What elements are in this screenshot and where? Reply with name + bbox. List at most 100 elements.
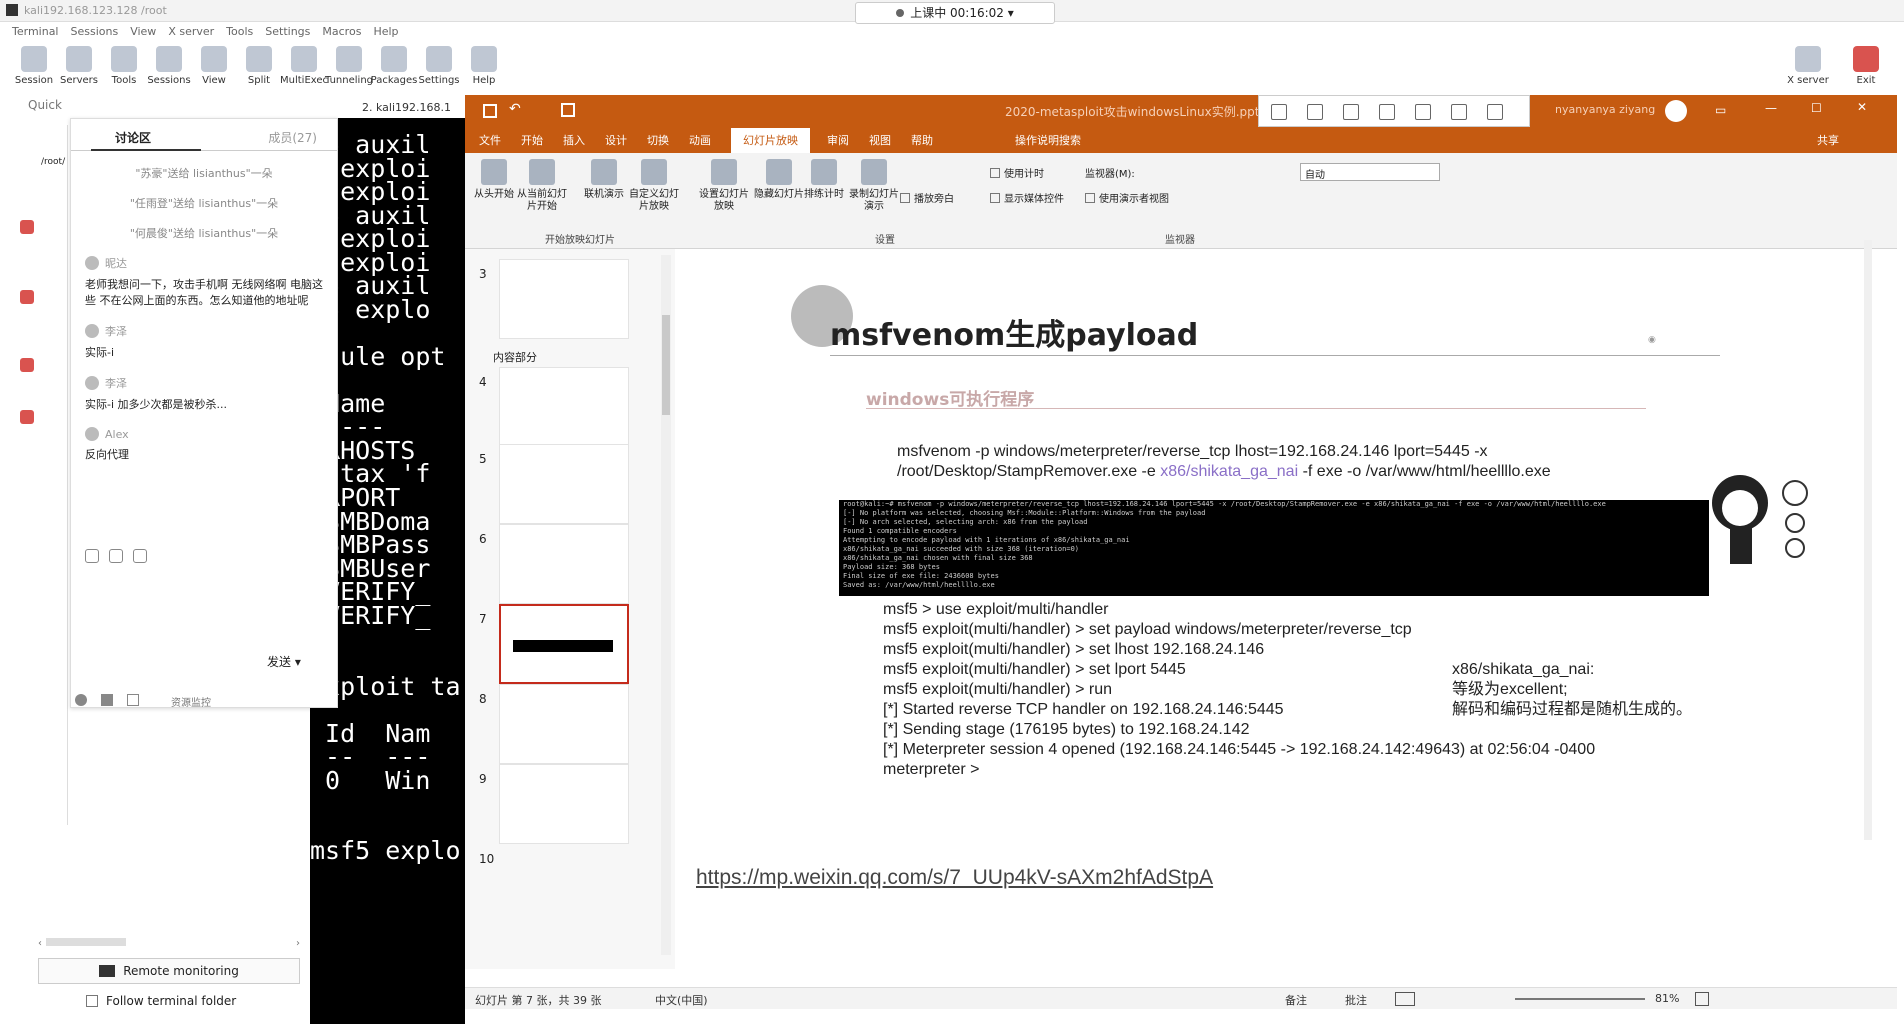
right-toolbar-button-1[interactable]: Exit [1838, 42, 1894, 86]
minimize-icon[interactable]: — [1765, 101, 1777, 115]
ribbon-display-icon[interactable]: ▭ [1715, 103, 1726, 117]
pen-icon[interactable] [1307, 104, 1323, 120]
slide-thumbnail[interactable] [499, 524, 629, 604]
text-icon[interactable] [1379, 104, 1395, 120]
menu-item-2[interactable]: View [130, 22, 156, 42]
slide-scroll-track[interactable] [1864, 240, 1872, 840]
trash-icon[interactable] [1487, 104, 1503, 120]
ppt-tab-2[interactable]: 插入 [563, 132, 585, 148]
toolbar-button-0[interactable]: Session [10, 42, 58, 86]
thumbnail-pane[interactable]: 内容部分 3 4 5 6 7 8 9 10 [465, 249, 675, 969]
chat-tab-members[interactable]: 成员(27) [268, 129, 317, 146]
zoom-level[interactable]: 81% [1655, 992, 1679, 1005]
eraser-icon[interactable] [1415, 104, 1431, 120]
ribbon-checkbox-1[interactable]: 显示媒体控件 [990, 190, 1064, 205]
terminal-tab[interactable]: 2. kali192.168.1 [362, 98, 470, 118]
thumbnail-scrollbar[interactable] [661, 255, 671, 955]
toolbar-label-5: Split [247, 75, 271, 86]
send-button[interactable]: 发送 ▾ [267, 653, 301, 670]
zoom-slider[interactable] [1515, 998, 1645, 1000]
slide-thumbnail[interactable] [499, 259, 629, 339]
chat-tab-discussion[interactable]: 讨论区 [115, 129, 151, 146]
ppt-tab-4[interactable]: 切换 [647, 132, 669, 148]
macros-icon[interactable] [20, 358, 34, 372]
ppt-tab-9[interactable]: 帮助 [911, 132, 933, 148]
menu-item-1[interactable]: Sessions [71, 22, 119, 42]
ppt-user[interactable]: nyanyanya ziyang [1555, 103, 1655, 116]
slide-scrollbar[interactable] [1862, 240, 1874, 840]
brush-icon[interactable] [127, 694, 139, 706]
toolbar-button-10[interactable]: Help [460, 42, 508, 86]
slide-thumbnail[interactable] [499, 684, 629, 764]
start-show-icon[interactable] [561, 103, 575, 117]
image-icon[interactable] [133, 549, 147, 563]
sessions-icon[interactable] [20, 220, 34, 234]
ppt-tab-1[interactable]: 开始 [521, 132, 543, 148]
tools-icon[interactable] [20, 290, 34, 304]
avatar[interactable] [1665, 100, 1687, 122]
ppt-tab-5[interactable]: 动画 [689, 132, 711, 148]
thumbnail-scroll-thumb[interactable] [662, 315, 670, 415]
ppt-tab-6[interactable]: 幻灯片放映 [731, 128, 810, 153]
ribbon-checkbox-3[interactable]: 使用演示者视图 [1085, 190, 1169, 205]
undo-icon[interactable]: ↶ [509, 101, 521, 117]
scissors-icon[interactable] [109, 549, 123, 563]
notes-button[interactable]: 备注 [1285, 992, 1307, 1008]
fit-to-window-icon[interactable] [1695, 992, 1709, 1006]
share-button[interactable]: 共享 [1817, 132, 1839, 148]
slide-thumbnail[interactable] [499, 604, 629, 684]
maximize-icon[interactable]: ☐ [1811, 101, 1822, 115]
emoji-icon[interactable] [85, 549, 99, 563]
ppt-tab-8[interactable]: 视图 [869, 132, 891, 148]
language-status[interactable]: 中文(中国) [655, 992, 708, 1008]
ppt-tab-0[interactable]: 文件 [479, 132, 501, 148]
toolbar-button-7[interactable]: Tunneling [325, 42, 373, 86]
toolbar-button-2[interactable]: Tools [100, 42, 148, 86]
shape-icon[interactable] [1343, 104, 1359, 120]
comments-button[interactable]: 批注 [1345, 992, 1367, 1008]
undo-annotation-icon[interactable] [1451, 104, 1467, 120]
right-toolbar-button-0[interactable]: X server [1780, 42, 1836, 86]
reference-link[interactable]: https://mp.weixin.qq.com/s/7_UUp4kV-sAXm… [696, 866, 1213, 890]
save-icon[interactable] [483, 104, 497, 118]
path-field[interactable]: /root/ [41, 157, 65, 167]
ribbon-button-4[interactable]: 设置幻灯片放映 [695, 159, 753, 213]
mic-icon[interactable] [75, 694, 87, 706]
ppt-tab-3[interactable]: 设计 [605, 132, 627, 148]
toolbar-button-4[interactable]: View [190, 42, 238, 86]
ribbon-button-1[interactable]: 从当前幻灯片开始 [513, 159, 571, 213]
pointer-icon[interactable] [1271, 104, 1287, 120]
sftp-icon[interactable] [20, 410, 34, 424]
slide-thumbnail[interactable] [499, 764, 629, 844]
toolbar-button-8[interactable]: Packages [370, 42, 418, 86]
menu-item-0[interactable]: Terminal [12, 22, 59, 42]
ppt-tab-7[interactable]: 审阅 [827, 132, 849, 148]
ribbon-button-7[interactable]: 录制幻灯片演示 [845, 159, 903, 213]
horizontal-scrollbar[interactable]: ‹ › [38, 938, 300, 952]
slide-thumbnail[interactable] [499, 367, 629, 447]
menu-item-3[interactable]: X server [168, 22, 214, 42]
toolbar-button-3[interactable]: Sessions [145, 42, 193, 86]
toolbar-button-9[interactable]: Settings [415, 42, 463, 86]
live-status-button[interactable]: 上课中 00:16:02 ▾ [855, 2, 1055, 24]
menu-item-4[interactable]: Tools [226, 22, 253, 42]
remote-monitoring-button[interactable]: Remote monitoring [38, 958, 300, 984]
slide-thumbnail[interactable] [499, 444, 629, 524]
toolbar-button-5[interactable]: Split [235, 42, 283, 86]
menu-item-6[interactable]: Macros [322, 22, 361, 42]
monitor-select[interactable]: 自动 [1300, 163, 1440, 181]
quick-connect[interactable]: Quick [28, 98, 98, 114]
menu-item-5[interactable]: Settings [265, 22, 310, 42]
ribbon-checkbox-2[interactable]: 播放旁白 [900, 190, 954, 205]
tell-me-search[interactable]: 操作说明搜索 [1015, 132, 1081, 148]
menu-item-7[interactable]: Help [373, 22, 398, 42]
toolbar-button-6[interactable]: MultiExec [280, 42, 328, 86]
normal-view-icon[interactable] [1395, 992, 1415, 1006]
follow-terminal-folder-checkbox[interactable]: Follow terminal folder [86, 990, 306, 1012]
section-header[interactable]: 内容部分 [493, 349, 537, 365]
ribbon-checkbox-0[interactable]: 使用计时 [990, 165, 1044, 180]
ribbon-button-3[interactable]: 自定义幻灯片放映 [625, 159, 683, 213]
close-icon[interactable]: ✕ [1857, 100, 1867, 114]
speaker-icon[interactable] [101, 694, 113, 706]
toolbar-button-1[interactable]: Servers [55, 42, 103, 86]
